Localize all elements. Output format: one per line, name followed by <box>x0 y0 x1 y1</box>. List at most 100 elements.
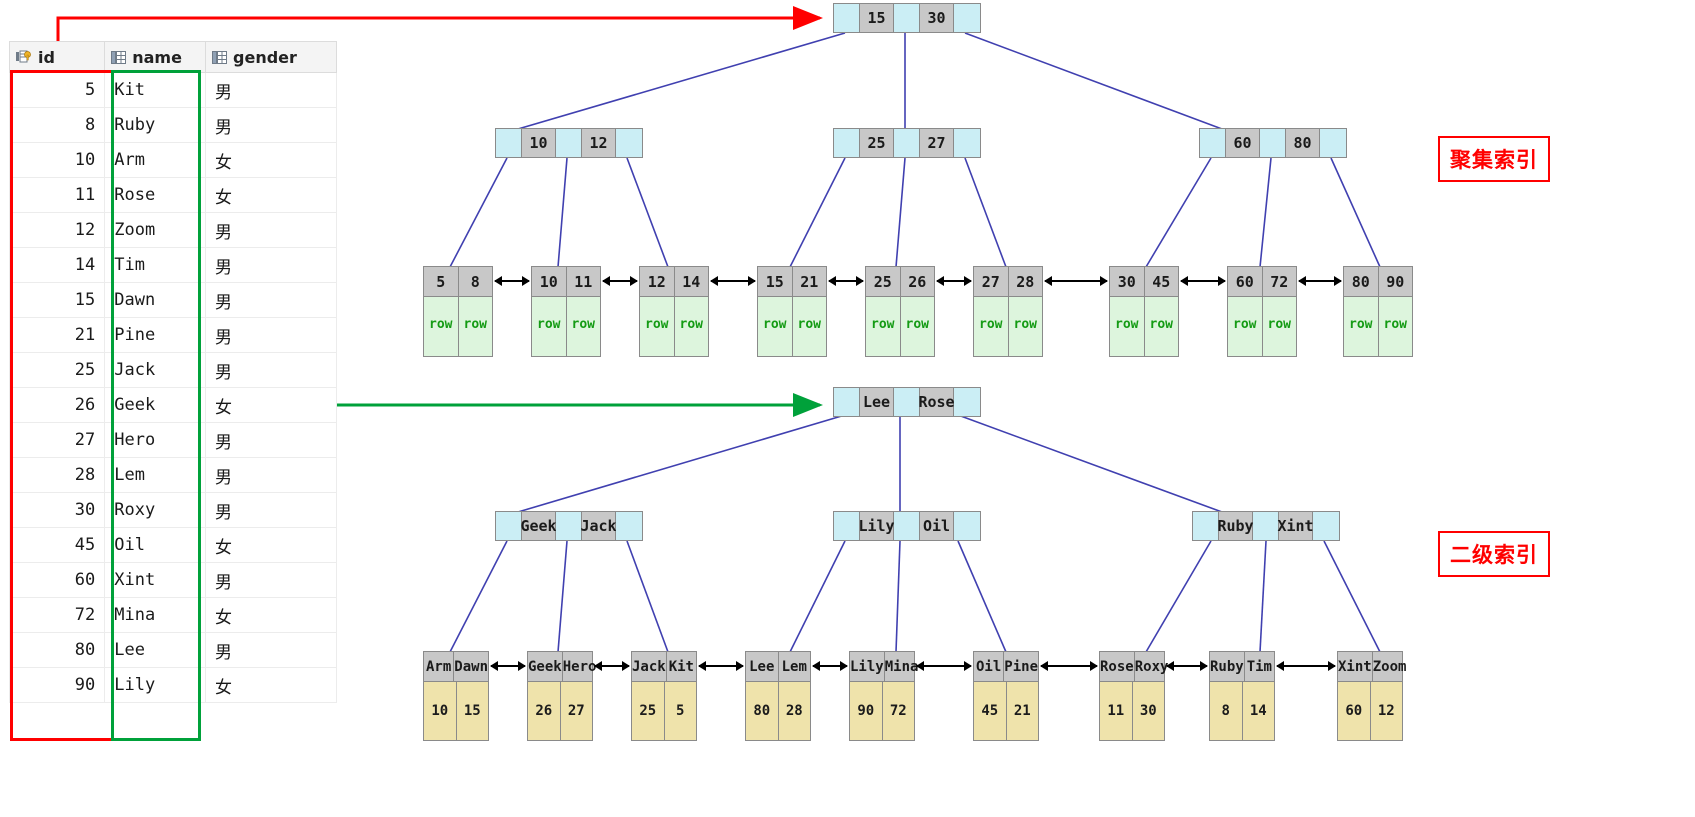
cell-id: 11 <box>8 177 106 213</box>
table-row[interactable]: 11 Rose 女 <box>8 177 337 213</box>
table-row[interactable]: 72 Mina 女 <box>8 597 337 633</box>
secondary-internal-node[interactable]: Lily Oil <box>833 511 981 541</box>
column-header-id[interactable]: id <box>8 41 106 73</box>
secondary-leaf-node[interactable]: Xint Zoom 60 12 <box>1337 651 1406 741</box>
leaf-sibling-link <box>1044 276 1108 286</box>
secondary-internal-node[interactable]: Geek Jack <box>495 511 643 541</box>
table-row[interactable]: 30 Roxy 男 <box>8 492 337 528</box>
leaf-key-cell: 14 <box>682 272 701 291</box>
cell-name: Mina <box>104 597 207 633</box>
column-header-gender[interactable]: gender <box>205 41 337 73</box>
child-pointer-cell <box>1253 512 1279 540</box>
child-pointer-cell <box>1260 129 1286 157</box>
leaf-value-row: row row <box>866 296 934 356</box>
secondary-root-node[interactable]: Lee Rose <box>833 387 981 417</box>
table-row[interactable]: 12 Zoom 男 <box>8 212 337 248</box>
leaf-key-cell: 80 <box>1344 267 1379 296</box>
clustered-leaf-node[interactable]: 30 45 row row <box>1109 266 1179 357</box>
table-row[interactable]: 8 Ruby 男 <box>8 107 337 143</box>
clustered-internal-node[interactable]: 25 27 <box>833 128 981 158</box>
cell-id: 15 <box>8 282 106 318</box>
clustered-internal-node[interactable]: 10 12 <box>495 128 643 158</box>
leaf-key-row: 27 28 <box>974 267 1042 296</box>
clustered-internal-node[interactable]: 60 80 <box>1199 128 1347 158</box>
secondary-leaf-node[interactable]: Rose Roxy 11 30 <box>1099 651 1168 741</box>
child-pointer-cell <box>556 512 582 540</box>
leaf-key-cell: 30 <box>1110 267 1145 296</box>
leaf-value-cell: 30 <box>1132 682 1164 740</box>
index-key-cell: 12 <box>582 129 616 157</box>
table-row[interactable]: 26 Geek 女 <box>8 387 337 423</box>
leaf-key-cell: Tim <box>1246 658 1272 675</box>
child-pointer-cell <box>834 512 860 540</box>
clustered-leaf-node[interactable]: 5 8 row row <box>423 266 493 357</box>
leaf-key-cell: Zoom <box>1372 658 1407 675</box>
leaf-value-row: row row <box>1344 296 1412 356</box>
table-row[interactable]: 14 Tim 男 <box>8 247 337 283</box>
leaf-key-cell: 60 <box>1228 267 1263 296</box>
cell-id: 60 <box>8 562 106 598</box>
table-row[interactable]: 25 Jack 男 <box>8 352 337 388</box>
child-pointer-cell <box>616 512 642 540</box>
clustered-index-label: 聚集索引 <box>1438 136 1550 182</box>
clustered-leaf-node[interactable]: 10 11 row row <box>531 266 601 357</box>
secondary-leaf-node[interactable]: Lily Mina 90 72 <box>849 651 918 741</box>
child-pointer-cell <box>834 4 860 32</box>
cell-gender: 男 <box>205 457 337 493</box>
secondary-leaf-node[interactable]: Oil Pine 45 21 <box>973 651 1039 741</box>
leaf-key-cell: 10 <box>532 267 567 296</box>
clustered-leaf-node[interactable]: 25 26 row row <box>865 266 935 357</box>
leaf-key-row: 10 11 <box>532 267 600 296</box>
cell-id: 72 <box>8 597 106 633</box>
leaf-value-cell: row <box>1008 297 1042 356</box>
cell-gender: 女 <box>205 527 337 563</box>
leaf-key-cell: Pine <box>1004 658 1038 675</box>
cell-gender: 女 <box>205 387 337 423</box>
leaf-key-row: 60 72 <box>1228 267 1296 296</box>
secondary-leaf-node[interactable]: Lee Lem 80 28 <box>745 651 811 741</box>
table-row[interactable]: 60 Xint 男 <box>8 562 337 598</box>
table-row[interactable]: 5 Kit 男 <box>8 72 337 108</box>
child-pointer-cell <box>894 388 920 416</box>
cell-gender: 男 <box>205 107 337 143</box>
leaf-value-cell: 15 <box>456 682 488 740</box>
table-row[interactable]: 45 Oil 女 <box>8 527 337 563</box>
cell-gender: 女 <box>205 667 337 703</box>
table-row[interactable]: 10 Arm 女 <box>8 142 337 178</box>
table-row[interactable]: 80 Lee 男 <box>8 632 337 668</box>
leaf-key-cell: 72 <box>1270 272 1289 291</box>
column-header-id-label: id <box>38 47 55 67</box>
cell-name: Lee <box>104 632 207 668</box>
cell-name: Oil <box>104 527 207 563</box>
leaf-sibling-link <box>828 276 864 286</box>
cell-name: Rose <box>104 177 207 213</box>
secondary-leaf-node[interactable]: Ruby Tim 8 14 <box>1209 651 1275 741</box>
clustered-leaf-node[interactable]: 27 28 row row <box>973 266 1043 357</box>
leaf-key-cell: 90 <box>1386 272 1405 291</box>
table-row[interactable]: 90 Lily 女 <box>8 667 337 703</box>
leaf-key-cell: Geek <box>528 652 563 681</box>
leaf-key-row: 58 <box>424 267 492 296</box>
table-row[interactable]: 27 Hero 男 <box>8 422 337 458</box>
leaf-value-cell: 12 <box>1370 682 1402 740</box>
cell-name: Lem <box>104 457 207 493</box>
leaf-value-row: 45 21 <box>974 681 1038 740</box>
clustered-leaf-node[interactable]: 80 90 row row <box>1343 266 1413 357</box>
clustered-leaf-node[interactable]: 15 21 row row <box>757 266 827 357</box>
secondary-leaf-node[interactable]: Jack Kit 25 5 <box>631 651 697 741</box>
leaf-key-cell: Hero <box>562 658 597 675</box>
table-row[interactable]: 15 Dawn 男 <box>8 282 337 318</box>
secondary-internal-node[interactable]: Ruby Xint <box>1192 511 1340 541</box>
leaf-value-cell: row <box>424 297 459 356</box>
table-row[interactable]: 21 Pine 男 <box>8 317 337 353</box>
clustered-leaf-node[interactable]: 12 14 row row <box>639 266 709 357</box>
cell-id: 21 <box>8 317 106 353</box>
secondary-internal-edges <box>449 540 1381 653</box>
clustered-leaf-node[interactable]: 60 72 row row <box>1227 266 1297 357</box>
column-header-name[interactable]: name <box>104 41 207 73</box>
secondary-leaf-node[interactable]: Geek Hero 26 27 <box>527 651 596 741</box>
clustered-root-node[interactable]: 15 30 <box>833 3 981 33</box>
table-row[interactable]: 28 Lem 男 <box>8 457 337 493</box>
cell-gender: 男 <box>205 352 337 388</box>
secondary-leaf-node[interactable]: Arm Dawn 10 15 <box>423 651 489 741</box>
